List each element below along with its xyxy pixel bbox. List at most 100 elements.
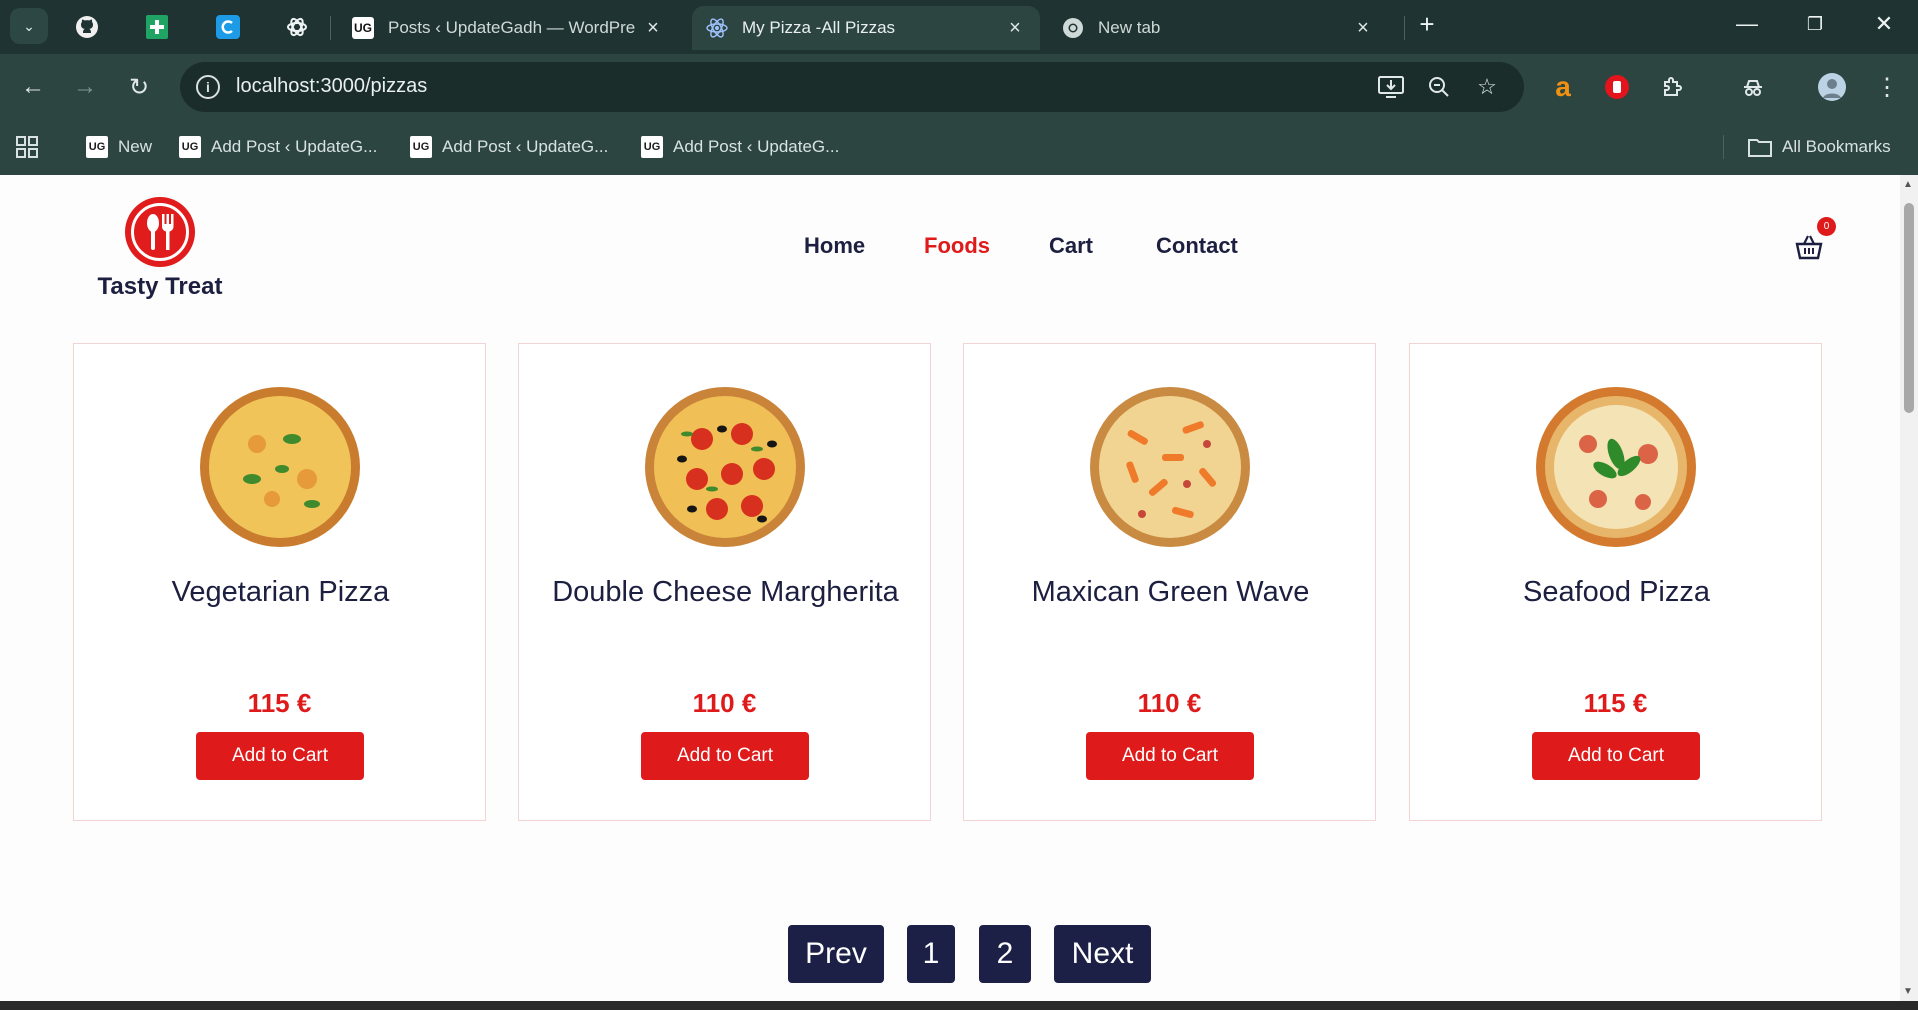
plus-icon: + [1419,8,1435,39]
bookmarks-bar: UG New UG Add Post ‹ UpdateG... UG Add P… [0,119,1918,175]
all-bookmarks-label: All Bookmarks [1782,137,1891,156]
close-window-button[interactable]: ✕ [1859,6,1909,42]
tab-updategadh-posts[interactable]: UG Posts ‹ UpdateGadh — WordPre × [338,6,678,50]
nav-foods[interactable]: Foods [924,233,990,259]
reload-icon: ↻ [128,73,150,101]
web-page: Tasty Treat Home Foods Cart Contact 0 Ve… [0,175,1900,1001]
add-to-cart-button[interactable]: Add to Cart [1532,732,1700,780]
chevron-down-icon: ⌄ [23,17,35,34]
c-logo-icon [216,15,240,39]
close-icon: ✕ [1874,11,1894,36]
page-2-button[interactable]: 2 [979,925,1031,983]
ug-icon: UG [641,136,663,158]
forward-button[interactable]: → [66,68,104,106]
scrollbar-thumb[interactable] [1904,203,1914,413]
add-to-cart-button[interactable]: Add to Cart [196,732,364,780]
product-card: Vegetarian Pizza 115 € Add to Cart [73,343,486,821]
tab-new-tab[interactable]: New tab × [1048,6,1388,50]
pizza-image [197,384,363,550]
ug-icon: UG [352,17,374,39]
close-icon[interactable]: × [1352,17,1374,39]
bookmark-add-post-1[interactable]: UG Add Post ‹ UpdateG... [179,133,377,161]
install-app-icon[interactable] [1376,72,1406,102]
zoom-icon[interactable] [1424,72,1454,102]
address-bar[interactable]: i localhost:3000/pizzas ☆ [180,62,1524,112]
product-price: 110 € [1137,688,1202,718]
tab-title: My Pizza -All Pizzas [742,18,896,37]
scroll-down-arrow-icon[interactable]: ▼ [1903,986,1913,997]
pizza-image [642,384,808,550]
pinned-tab-c[interactable] [211,10,245,44]
tab-my-pizza[interactable]: My Pizza -All Pizzas × [692,6,1040,50]
next-page-button[interactable]: Next [1054,925,1151,983]
cart-count-badge: 0 [1817,217,1836,236]
bookmark-add-post-2[interactable]: UG Add Post ‹ UpdateG... [410,133,608,161]
chatgpt-pinned-tab[interactable] [280,10,314,44]
sheets-pinned-tab[interactable] [140,10,174,44]
pizza-image [1087,384,1253,550]
browser-toolbar: ← → ↻ i localhost:3000/pizzas ☆ a ⋮ [0,54,1918,119]
prev-page-button[interactable]: Prev [788,925,884,983]
restore-icon: ❐ [1806,13,1824,34]
minimize-button[interactable]: — [1722,6,1772,42]
arrow-left-icon: ← [21,73,45,100]
shopping-basket-icon [1795,235,1823,260]
arrow-right-icon: → [73,73,97,100]
product-price: 115 € [1583,688,1648,718]
close-icon[interactable]: × [642,17,664,39]
product-card: Seafood Pizza 115 € Add to Cart [1409,343,1822,821]
incognito-like-icon[interactable] [1738,72,1768,102]
amazon-extension-icon[interactable]: a [1548,71,1578,102]
restore-button[interactable]: ❐ [1790,6,1840,42]
scroll-up-arrow-icon[interactable]: ▲ [1903,179,1913,190]
cart-button[interactable] [1792,230,1826,264]
product-name: Double Cheese Margherita [552,576,899,608]
product-name: Maxican Green Wave [1031,576,1310,608]
ug-icon: UG [86,136,108,158]
back-button[interactable]: ← [14,68,52,106]
main-nav: Home Foods Cart Contact [0,233,1900,263]
reload-button[interactable]: ↻ [120,68,158,106]
pizza-image [1533,384,1699,550]
nav-cart[interactable]: Cart [1049,233,1093,259]
url-text[interactable]: localhost:3000/pizzas [236,75,427,98]
nav-contact[interactable]: Contact [1156,233,1238,259]
product-name: Vegetarian Pizza [171,576,390,608]
adblock-extension-icon[interactable] [1602,72,1632,102]
taskbar-edge [0,1001,1918,1010]
profile-avatar[interactable] [1817,72,1847,102]
add-to-cart-button[interactable]: Add to Cart [1086,732,1254,780]
page-scrollbar[interactable]: ▲ ▼ [1900,175,1918,1001]
tab-title: Posts ‹ UpdateGadh — WordPre [388,18,636,37]
apps-grid-icon[interactable] [16,133,38,161]
github-icon [76,16,98,38]
page-1-button[interactable]: 1 [907,925,955,983]
product-card: Double Cheese Margherita 110 € Add to Ca… [518,343,931,821]
site-info-icon[interactable]: i [196,75,220,99]
bookmark-star-icon[interactable]: ☆ [1472,72,1502,102]
ug-icon: UG [410,136,432,158]
extensions-puzzle-icon[interactable] [1658,72,1688,102]
minimize-icon: — [1736,11,1758,36]
nav-home[interactable]: Home [804,233,865,259]
bookmark-add-post-3[interactable]: UG Add Post ‹ UpdateG... [641,133,839,161]
add-to-cart-button[interactable]: Add to Cart [641,732,809,780]
bookmark-label: Add Post ‹ UpdateG... [673,137,840,156]
react-icon [706,17,728,39]
more-menu-icon[interactable]: ⋮ [1872,72,1902,102]
ug-icon: UG [179,136,201,158]
all-bookmarks[interactable]: All Bookmarks [1748,133,1891,161]
new-tab-button[interactable]: + [1402,6,1452,42]
openai-icon [287,17,307,37]
product-price: 115 € [247,688,312,718]
product-card: Maxican Green Wave 110 € Add to Cart [963,343,1376,821]
folder-icon [1748,139,1772,157]
close-icon[interactable]: × [1004,17,1026,39]
product-price: 110 € [692,688,757,718]
brand-name: Tasty Treat [97,273,223,300]
tab-title: New tab [1098,18,1161,37]
bookmark-label: Add Post ‹ UpdateG... [442,137,609,156]
bookmark-new[interactable]: UG New [86,133,152,161]
github-pinned-tab[interactable] [70,10,104,44]
tab-search-button[interactable]: ⌄ [10,8,48,44]
